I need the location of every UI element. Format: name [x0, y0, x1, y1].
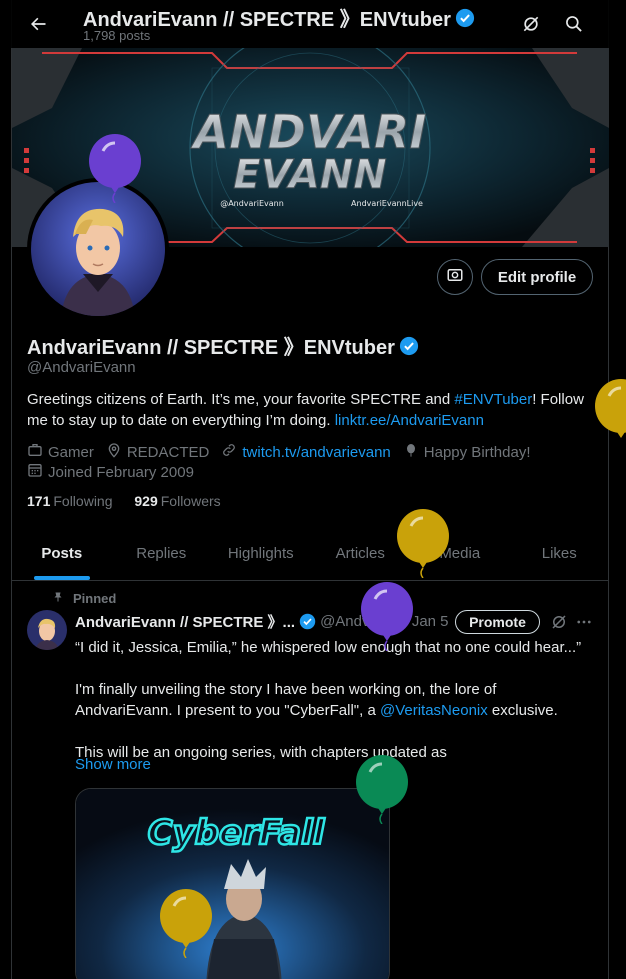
tab-replies-label: Replies: [136, 545, 187, 562]
category-item: Gamer: [27, 442, 94, 462]
tweet-paragraph-2-end: exclusive.: [487, 702, 558, 719]
tweet-mention-link[interactable]: @VeritasNeonix: [380, 702, 488, 719]
tab-likes[interactable]: Likes: [510, 527, 610, 580]
pinned-label: Pinned: [73, 591, 117, 606]
birthday-item: Happy Birthday!: [403, 442, 531, 462]
green-balloon-icon: [354, 754, 410, 829]
yellow-balloon-icon: [593, 378, 626, 453]
yellow-balloon-icon: [158, 888, 214, 963]
profile-joined-row: Joined February 2009: [27, 462, 206, 482]
tweet-text: “I did it, Jessica, Emilia,” he whispere…: [75, 637, 595, 784]
verified-badge-icon[interactable]: [399, 336, 419, 356]
link-icon: [221, 442, 237, 462]
purple-balloon-icon: [359, 581, 415, 656]
birthday-label: Happy Birthday!: [423, 443, 531, 461]
tweet-media-image[interactable]: CyberFall: [75, 788, 390, 979]
followers-link[interactable]: 929 Followers: [134, 493, 220, 509]
profile-meta-row: Gamer REDACTED twitch.tv/andvarievann Ha…: [27, 442, 543, 462]
tab-posts-label: Posts: [41, 545, 83, 562]
tab-likes-label: Likes: [541, 545, 577, 562]
website-item[interactable]: twitch.tv/andvarievann: [221, 442, 391, 462]
pin-icon: [52, 590, 64, 607]
location-label: REDACTED: [126, 443, 210, 461]
profile-handle: @AndvariEvann: [27, 359, 136, 376]
tab-highlights[interactable]: Highlights: [211, 527, 311, 580]
edit-profile-button[interactable]: Edit profile: [481, 259, 593, 295]
category-label: Gamer: [48, 443, 94, 461]
following-count: 171: [27, 493, 51, 509]
follow-counts: 171 Following 929 Followers: [27, 493, 221, 509]
yellow-balloon-icon: [395, 508, 451, 583]
tweet-paragraph-3: This will be an ongoing series, with cha…: [75, 744, 447, 761]
media-title: CyberFall: [148, 813, 326, 853]
bio-hashtag-link[interactable]: #ENVTuber: [454, 391, 532, 408]
promote-button[interactable]: Promote: [455, 610, 540, 634]
verified-badge-icon: [299, 613, 316, 630]
joined-item: Joined February 2009: [27, 462, 194, 482]
tweet-author[interactable]: AndvariEvann // SPECTRE 》...: [75, 611, 295, 632]
show-more-link[interactable]: Show more: [75, 756, 151, 773]
profile-bio: Greetings citizens of Earth. It’s me, yo…: [27, 389, 599, 431]
tweet-paragraph-2: I'm finally unveiling the story I have b…: [75, 679, 595, 721]
back-arrow-icon[interactable]: [22, 8, 54, 40]
profile-name: AndvariEvann // SPECTRE 》ENVtuber: [27, 331, 419, 360]
tab-posts[interactable]: Posts: [12, 527, 112, 580]
website-link[interactable]: twitch.tv/andvarievann: [242, 444, 390, 461]
balloon-icon: [403, 442, 419, 462]
display-name: AndvariEvann // SPECTRE 》ENVtuber: [27, 337, 395, 359]
briefcase-icon: [27, 442, 43, 462]
grok-icon[interactable]: [515, 8, 547, 40]
banner-fb-handle: AndvariEvannLive: [351, 199, 423, 208]
profile-tabs: Posts Replies Highlights Articles Media …: [12, 527, 609, 581]
verified-badge-icon: [455, 8, 475, 28]
banner-social-handle: @AndvariEvann: [220, 199, 284, 208]
top-bar: AndvariEvann // SPECTRE 》ENVtuber 1,798 …: [0, 0, 626, 48]
following-label: Following: [53, 493, 113, 509]
tab-highlights-label: Highlights: [227, 545, 294, 562]
joined-label: Joined February 2009: [48, 463, 194, 481]
image-edit-icon: [446, 266, 464, 289]
bio-text: Greetings citizens of Earth. It’s me, yo…: [27, 391, 455, 408]
followers-label: Followers: [160, 493, 221, 509]
calendar-icon: [27, 462, 43, 482]
tab-articles-label: Articles: [335, 545, 385, 562]
pinned-indicator: Pinned: [52, 590, 116, 607]
location-pin-icon: [106, 442, 122, 462]
following-link[interactable]: 171 Following: [27, 493, 113, 509]
banner-logo-line1: ANDVARI: [191, 105, 427, 159]
tab-replies[interactable]: Replies: [112, 527, 212, 580]
post-count: 1,798 posts: [83, 28, 151, 43]
followers-count: 929: [134, 493, 158, 509]
more-options-icon[interactable]: [568, 606, 600, 638]
bio-link[interactable]: linktr.ee/AndvariEvann: [335, 412, 484, 429]
banner-logo-line2: EVANN: [233, 152, 386, 198]
active-tab-indicator: [33, 576, 90, 580]
tweet-paragraph-1: “I did it, Jessica, Emilia,” he whispere…: [75, 639, 582, 656]
edit-banner-button[interactable]: [437, 259, 473, 295]
tweet-avatar[interactable]: [27, 610, 67, 650]
search-icon[interactable]: [558, 8, 590, 40]
location-item: REDACTED: [106, 442, 210, 462]
purple-balloon-icon: [87, 133, 143, 208]
